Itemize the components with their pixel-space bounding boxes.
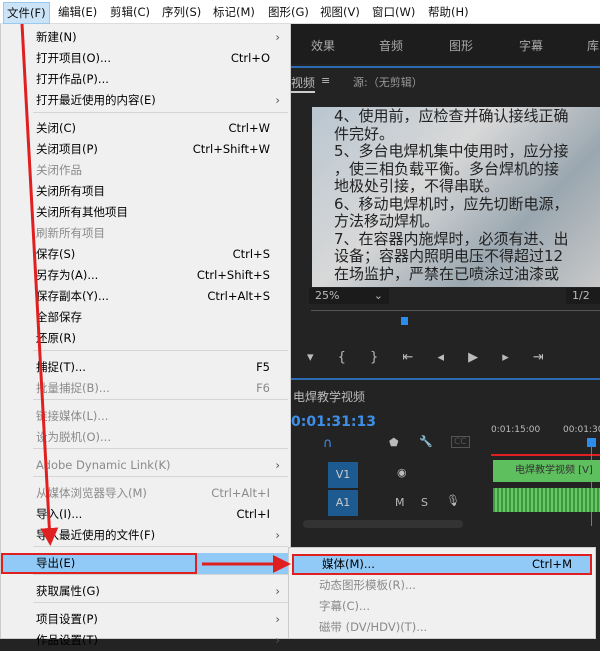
annotation-arrows (20, 23, 291, 573)
arrow-down (20, 23, 59, 546)
